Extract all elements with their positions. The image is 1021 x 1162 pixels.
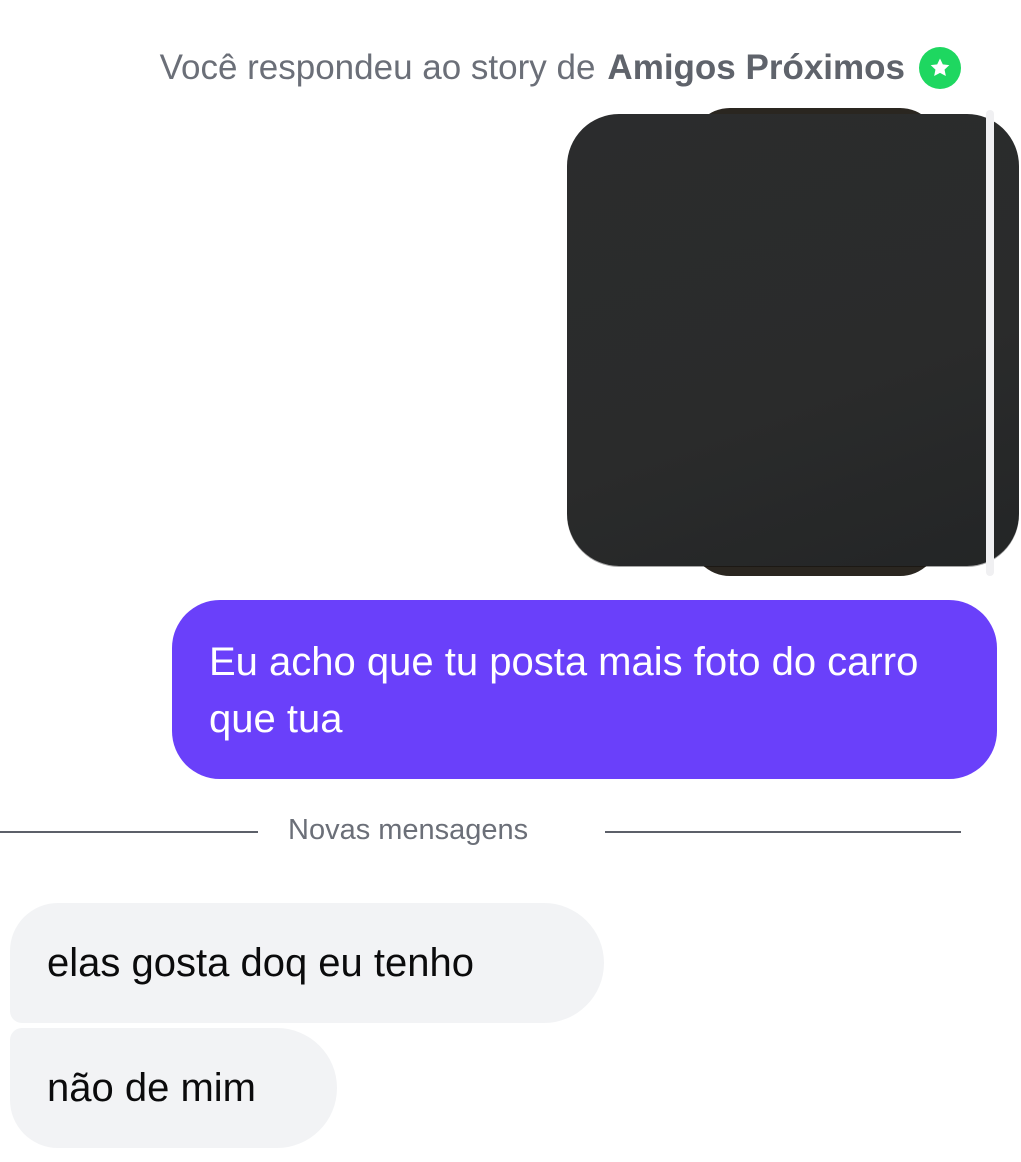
- divider-line-right: [605, 831, 961, 833]
- close-friends-star-icon: [919, 47, 961, 89]
- incoming-message-text: elas gosta doq eu tenho: [47, 940, 475, 985]
- outgoing-message-text: Eu acho que tu posta mais foto do carro …: [209, 640, 919, 741]
- new-messages-label: Novas mensagens: [288, 814, 529, 846]
- story-preview-overlay[interactable]: [567, 114, 1019, 566]
- outgoing-message-bubble[interactable]: Eu acho que tu posta mais foto do carro …: [172, 600, 997, 779]
- incoming-message-text: não de mim: [47, 1065, 256, 1110]
- story-reply-header: Você respondeu ao story de Amigos Próxim…: [160, 44, 961, 92]
- scrollbar[interactable]: [986, 110, 994, 576]
- story-reply-prefix: Você respondeu ao story de: [159, 48, 596, 87]
- new-messages-divider: Novas mensagens: [0, 812, 961, 852]
- incoming-message-bubble[interactable]: elas gosta doq eu tenho: [10, 903, 604, 1023]
- close-friends-label[interactable]: Amigos Próximos: [607, 48, 905, 88]
- incoming-message-bubble[interactable]: não de mim: [10, 1028, 337, 1148]
- divider-line-left: [0, 831, 258, 833]
